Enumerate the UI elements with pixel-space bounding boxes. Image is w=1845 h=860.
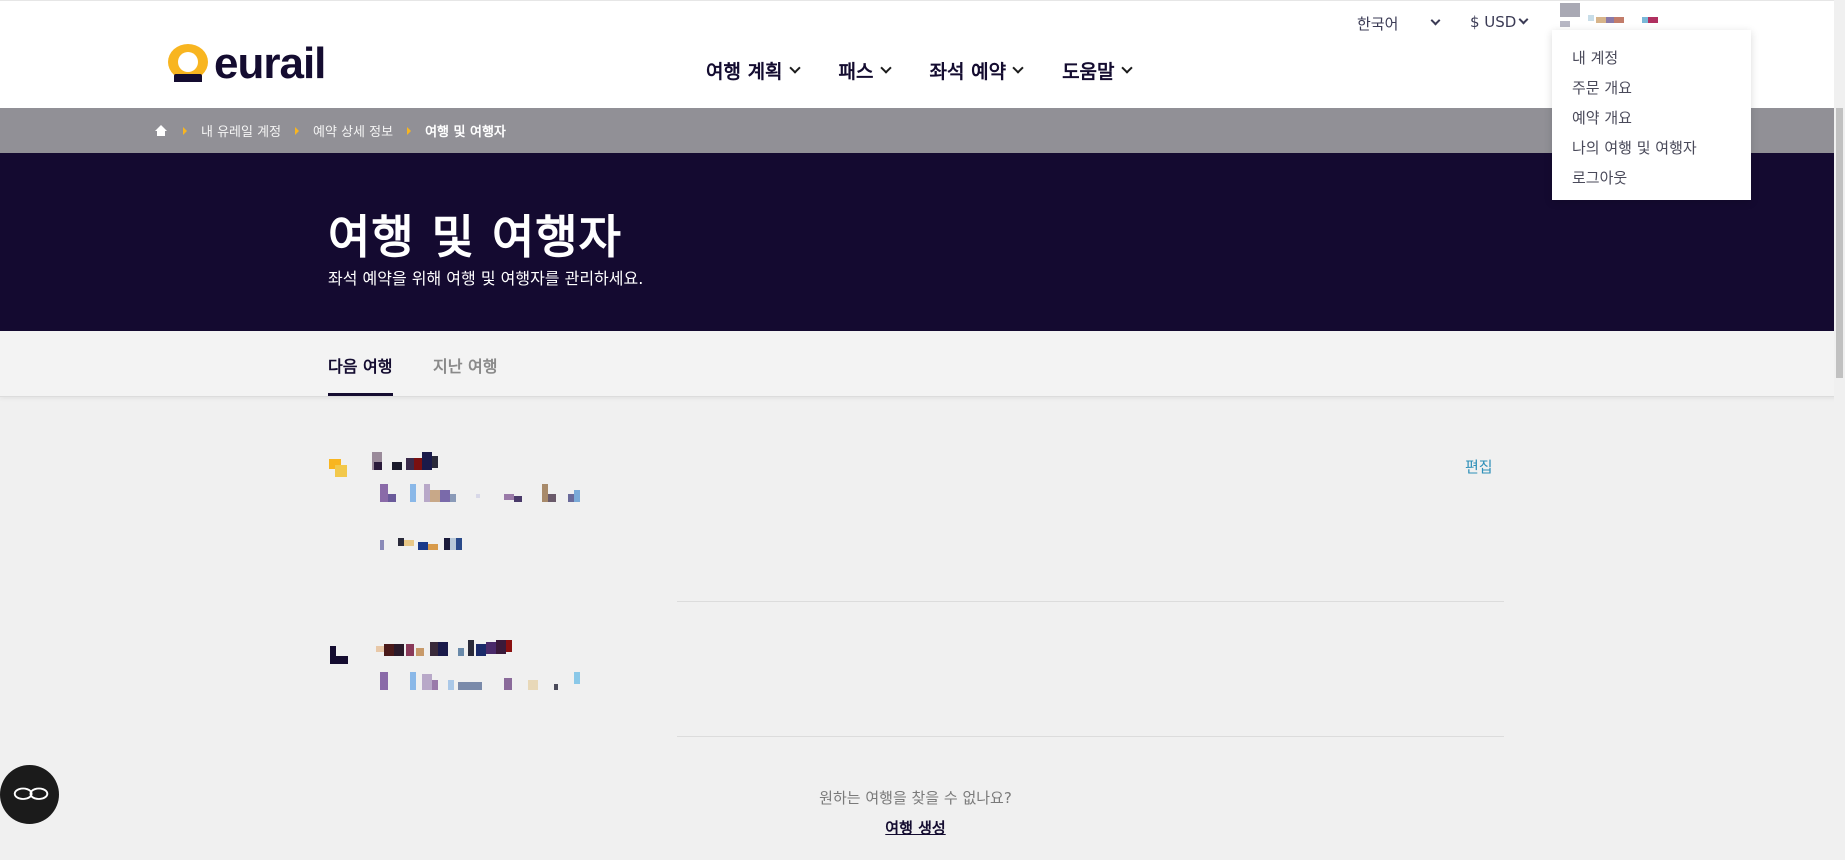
page-subtitle: 좌석 예약을 위해 여행 및 여행자를 관리하세요.	[328, 269, 644, 288]
breadcrumb-my-account[interactable]: 내 유레일 계정	[201, 121, 281, 140]
chevron-down-icon	[1120, 61, 1133, 74]
menu-item-my-trips-travelers[interactable]: 나의 여행 및 여행자	[1552, 133, 1751, 163]
menu-item-my-account[interactable]: 내 계정	[1552, 43, 1751, 73]
tab-upcoming-trips[interactable]: 다음 여행	[328, 353, 392, 377]
chevron-down-icon	[1430, 15, 1441, 26]
breadcrumb-separator-icon	[183, 126, 187, 135]
tab-past-trips[interactable]: 지난 여행	[433, 353, 497, 377]
breadcrumb-separator-icon	[295, 126, 300, 135]
menu-item-booking-overview[interactable]: 예약 개요	[1552, 103, 1751, 133]
main-nav: 여행 계획 패스 좌석 예약 도움말	[706, 57, 1171, 84]
account-avatar[interactable]	[1560, 3, 1670, 31]
nav-trip-planning[interactable]: 여행 계획	[706, 57, 801, 84]
breadcrumb-current: 여행 및 여행자	[425, 125, 506, 140]
currency-selector[interactable]: $ USD	[1470, 13, 1529, 31]
create-trip-link[interactable]: 여행 생성	[885, 819, 945, 837]
chevron-down-icon	[788, 61, 801, 74]
language-label: 한국어	[1357, 15, 1399, 33]
chat-button[interactable]: ⬭⬭	[0, 765, 59, 824]
scrollbar-thumb[interactable]	[1836, 108, 1843, 378]
trip-tabs: 다음 여행 지난 여행	[0, 331, 1845, 397]
home-icon[interactable]	[155, 124, 167, 137]
nav-label: 도움말	[1062, 61, 1115, 83]
account-dropdown-menu: 내 계정 주문 개요 예약 개요 나의 여행 및 여행자 로그아웃	[1552, 30, 1751, 200]
chat-loop-icon: ⬭⬭	[13, 782, 49, 807]
trip-date-redacted	[378, 538, 482, 552]
trip-subtitle-redacted	[378, 484, 588, 502]
nav-label: 여행 계획	[706, 61, 783, 83]
trip-icon	[329, 459, 349, 479]
traveler-icon	[330, 646, 350, 664]
chevron-down-icon	[1518, 14, 1529, 24]
breadcrumb-separator-icon	[407, 126, 412, 135]
page-scrollbar[interactable]	[1834, 0, 1845, 860]
currency-label: $ USD	[1470, 13, 1517, 31]
nav-passes[interactable]: 패스	[838, 57, 892, 84]
nav-help[interactable]: 도움말	[1062, 57, 1133, 84]
logo-text: eurail	[214, 39, 326, 88]
chevron-down-icon	[879, 61, 892, 74]
traveler-details-redacted	[378, 672, 588, 690]
active-tab-indicator	[328, 393, 393, 396]
traveler-name-redacted[interactable]	[372, 640, 542, 658]
page-title: 여행 및 여행자	[328, 210, 622, 264]
menu-item-logout[interactable]: 로그아웃	[1552, 163, 1751, 193]
trip-title-redacted[interactable]	[372, 452, 444, 470]
language-selector[interactable]: 한국어	[1357, 13, 1441, 34]
chevron-down-icon	[1012, 61, 1024, 74]
edit-trip-link[interactable]: 편집	[1465, 456, 1493, 477]
cant-find-trip-text: 원하는 여행을 찾을 수 없나요?	[819, 789, 1012, 807]
trip-divider	[677, 736, 1504, 737]
trip-divider	[677, 601, 1504, 602]
eurail-logo[interactable]: eurail	[168, 39, 326, 88]
nav-label: 좌석 예약	[929, 61, 1007, 83]
menu-item-order-overview[interactable]: 주문 개요	[1552, 73, 1751, 103]
nav-seat-reservation[interactable]: 좌석 예약	[929, 57, 1024, 84]
eurail-logo-icon	[168, 44, 208, 84]
nav-label: 패스	[838, 61, 874, 83]
breadcrumb-booking-details[interactable]: 예약 상세 정보	[313, 121, 393, 140]
